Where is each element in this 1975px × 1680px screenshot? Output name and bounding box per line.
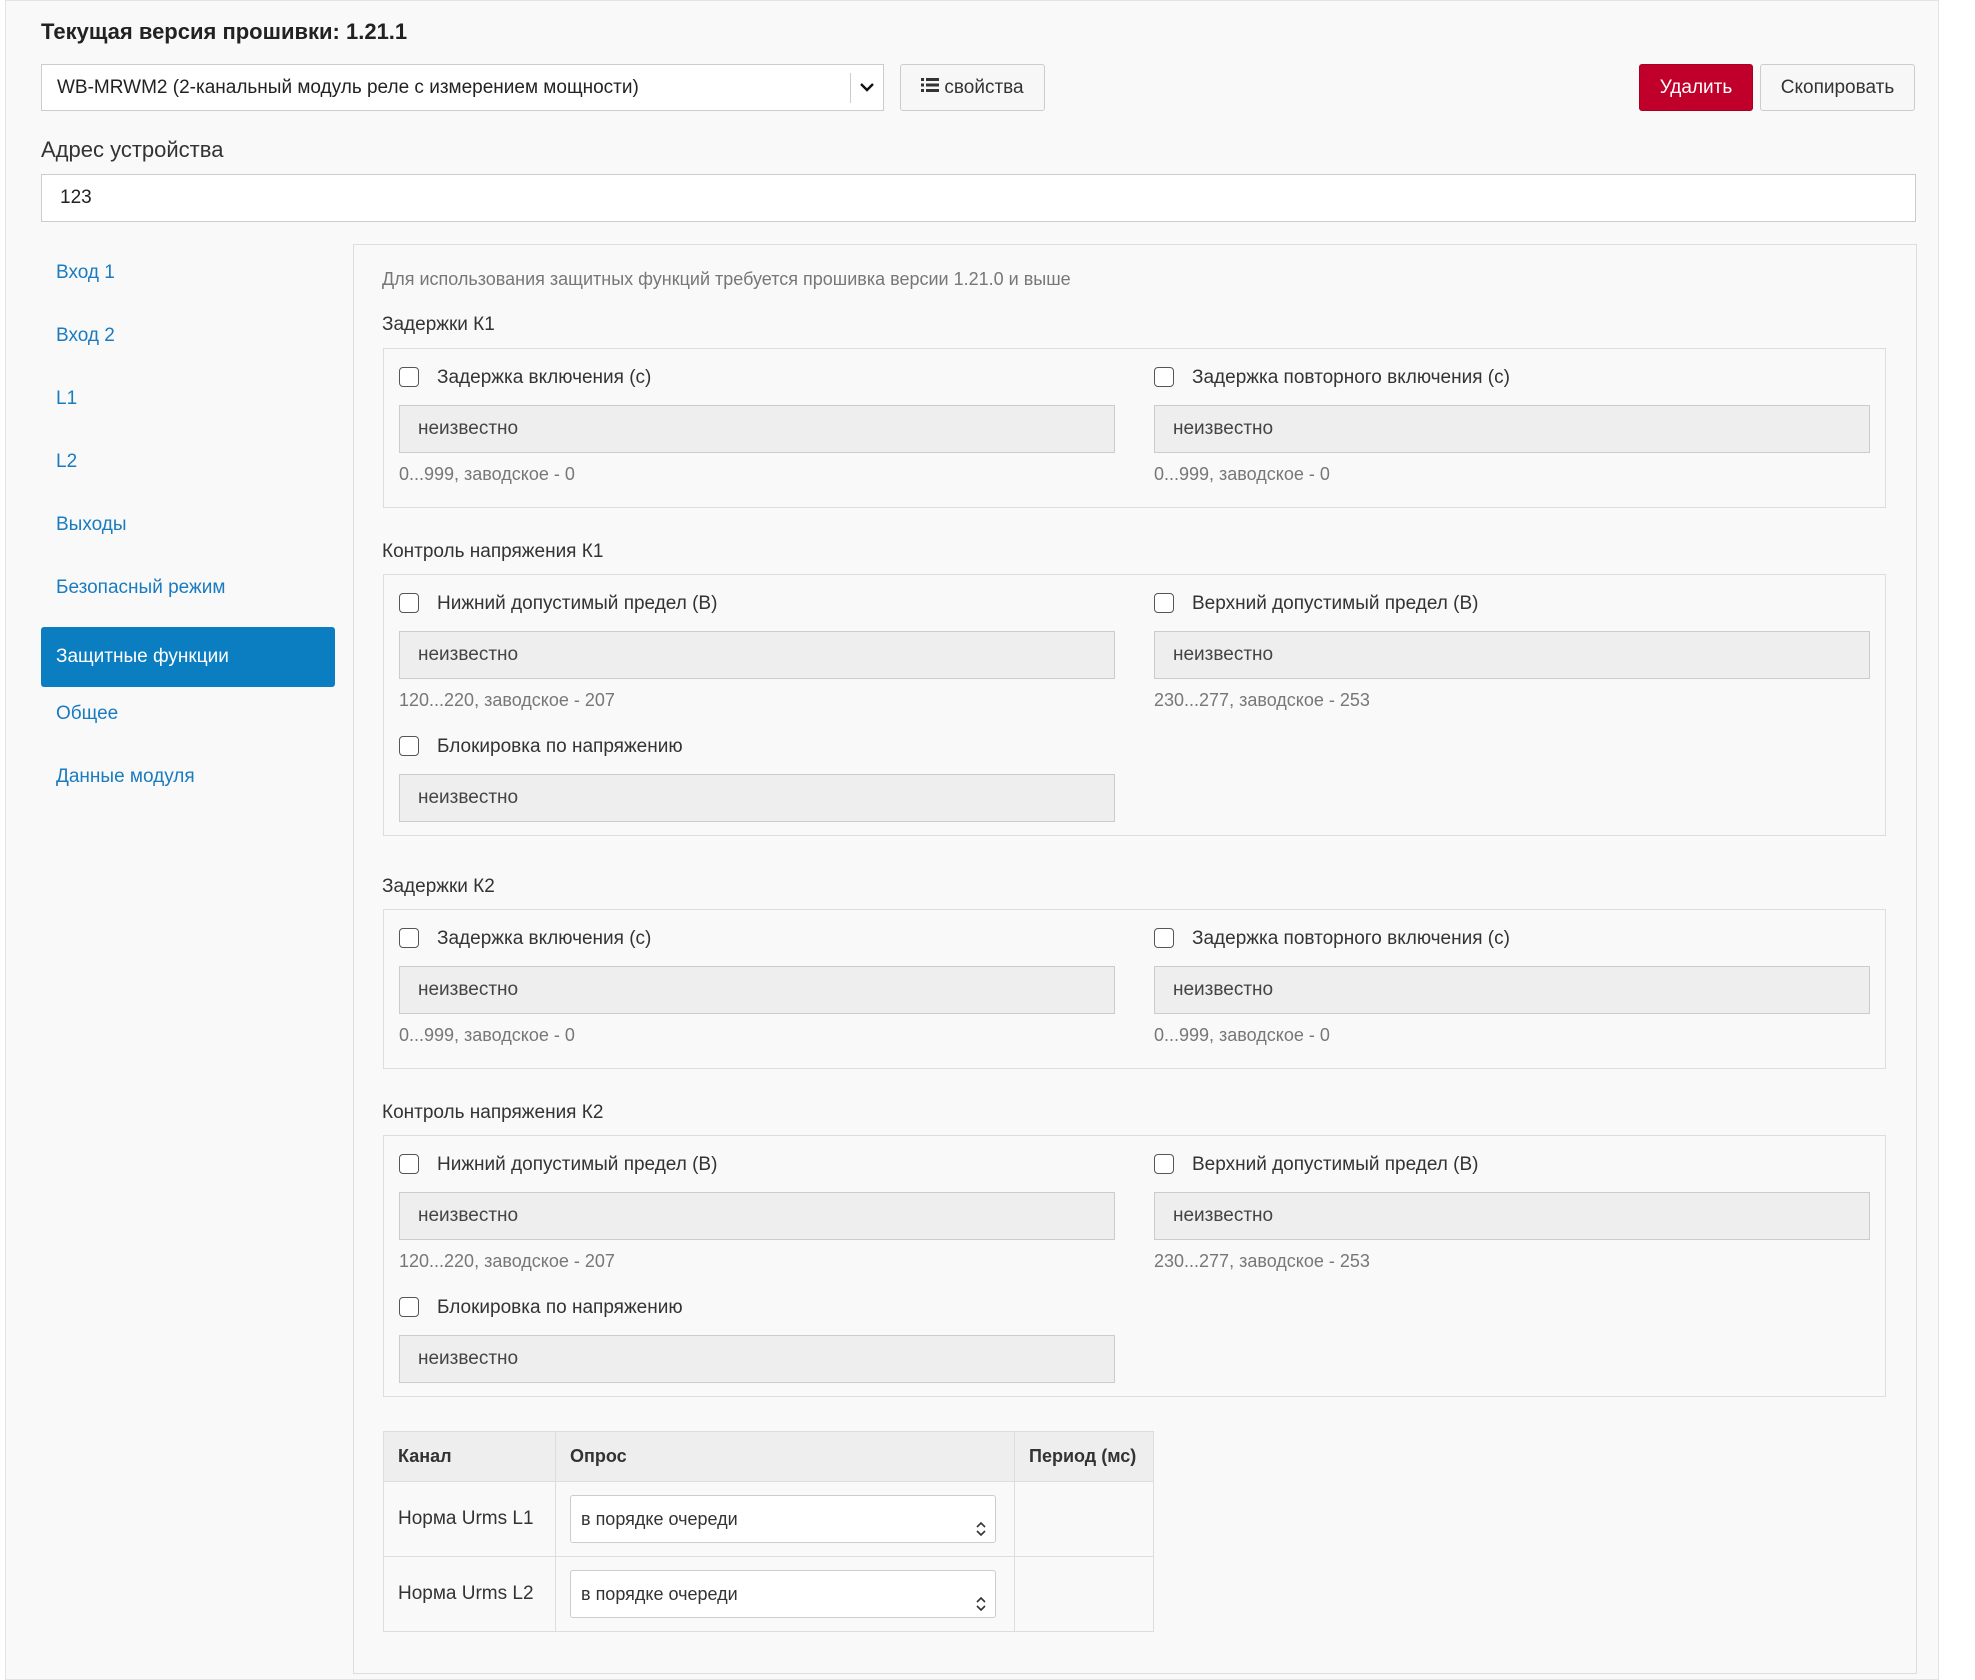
list-icon	[921, 65, 940, 110]
sidebar-item-outputs[interactable]: Выходы	[41, 501, 335, 561]
field-hint: 0...999, заводское - 0	[1154, 464, 1330, 484]
field-hint: 0...999, заводское - 0	[1154, 1025, 1330, 1045]
field-hint: 0...999, заводское - 0	[399, 464, 575, 484]
copy-button[interactable]: Скопировать	[1760, 64, 1915, 111]
enable-checkbox[interactable]	[399, 1297, 419, 1317]
field-hint: 230...277, заводское - 253	[1154, 690, 1370, 710]
field-label: Верхний допустимый предел (В)	[1192, 593, 1479, 614]
field-label: Задержка включения (с)	[437, 928, 652, 949]
sidebar-item-l2[interactable]: L2	[41, 438, 335, 498]
field-input[interactable]: неизвестно	[399, 405, 1115, 453]
field-input[interactable]: неизвестно	[1154, 631, 1870, 679]
sidebar-item-input-2[interactable]: Вход 2	[41, 312, 335, 372]
enable-checkbox[interactable]	[1154, 367, 1174, 387]
sidebar-item-l1[interactable]: L1	[41, 375, 335, 435]
column-header-poll: Опрос	[555, 1431, 1015, 1482]
field-hint: 120...220, заводское - 207	[399, 690, 615, 710]
enable-checkbox[interactable]	[1154, 593, 1174, 613]
firmware-requirement-note: Для использования защитных функций требу…	[382, 269, 1071, 289]
group-title: Задержки К1	[382, 314, 495, 335]
group-title: Контроль напряжения К2	[382, 1102, 604, 1123]
sidebar-item-input-1[interactable]: Вход 1	[41, 249, 335, 309]
field-hint: 0...999, заводское - 0	[399, 1025, 575, 1045]
field-input[interactable]: неизвестно	[1154, 966, 1870, 1014]
field-input[interactable]: неизвестно	[399, 774, 1115, 822]
protection-settings-panel: Для использования защитных функций требу…	[353, 244, 1917, 1674]
sidebar-item-general[interactable]: Общее	[41, 690, 335, 750]
firmware-version-title: Текущая версия прошивки: 1.21.1	[41, 19, 408, 44]
field-label: Блокировка по напряжению	[437, 1297, 683, 1318]
address-input[interactable]: 123	[41, 174, 1916, 222]
field-input[interactable]: неизвестно	[399, 1335, 1115, 1383]
enable-checkbox[interactable]	[399, 367, 419, 387]
enable-checkbox[interactable]	[399, 928, 419, 948]
field-label: Блокировка по напряжению	[437, 736, 683, 757]
sidebar-item-module-data[interactable]: Данные модуля	[41, 753, 335, 813]
field-label: Верхний допустимый предел (В)	[1192, 1154, 1479, 1175]
device-config-panel: Текущая версия прошивки: 1.21.1 WB-MRWM2…	[5, 0, 1939, 1680]
field-label: Задержка включения (с)	[437, 367, 652, 388]
poll-mode-select[interactable]: в порядке очереди	[570, 1495, 996, 1543]
poll-mode-value: в порядке очереди	[581, 1584, 738, 1604]
field-hint: 120...220, заводское - 207	[399, 1251, 615, 1271]
table-row: Норма Urms L1 в порядке очереди	[383, 1481, 1154, 1557]
delays-k1-group: Задержка включения (с) неизвестно 0...99…	[383, 348, 1886, 508]
table-row: Норма Urms L2 в порядке очереди	[383, 1556, 1154, 1632]
field-input[interactable]: неизвестно	[399, 1192, 1115, 1240]
field-label: Задержка повторного включения (с)	[1192, 928, 1510, 949]
field-hint: 230...277, заводское - 253	[1154, 1251, 1370, 1271]
group-title: Задержки К2	[382, 876, 495, 897]
enable-checkbox[interactable]	[399, 1154, 419, 1174]
properties-button[interactable]: свойства	[900, 64, 1045, 111]
poll-cell: в порядке очереди	[555, 1556, 1015, 1632]
enable-checkbox[interactable]	[399, 736, 419, 756]
channel-name-cell: Норма Urms L1	[383, 1481, 556, 1557]
sidebar-item-safe-mode[interactable]: Безопасный режим	[41, 564, 335, 624]
poll-cell: в порядке очереди	[555, 1481, 1015, 1557]
field-input[interactable]: неизвестно	[399, 631, 1115, 679]
period-cell[interactable]	[1014, 1481, 1154, 1557]
address-label: Адрес устройства	[41, 137, 224, 162]
voltage-control-k1-group: Нижний допустимый предел (В) неизвестно …	[383, 574, 1886, 836]
chevron-down-icon	[850, 73, 883, 103]
field-input[interactable]: неизвестно	[399, 966, 1115, 1014]
period-cell[interactable]	[1014, 1556, 1154, 1632]
enable-checkbox[interactable]	[399, 593, 419, 613]
delays-k2-group: Задержка включения (с) неизвестно 0...99…	[383, 909, 1886, 1069]
field-label: Нижний допустимый предел (В)	[437, 593, 718, 614]
field-label: Нижний допустимый предел (В)	[437, 1154, 718, 1175]
channels-table: Канал Опрос Период (мс) Норма Urms L1 в …	[383, 1431, 1154, 1632]
channel-name-cell: Норма Urms L2	[383, 1556, 556, 1632]
sidebar: Вход 1 Вход 2 L1 L2 Выходы Безопасный ре…	[41, 249, 335, 816]
up-down-chevron-icon	[975, 1509, 987, 1555]
device-type-select[interactable]: WB-MRWM2 (2-канальный модуль реле с изме…	[41, 64, 884, 111]
enable-checkbox[interactable]	[1154, 928, 1174, 948]
group-title: Контроль напряжения К1	[382, 541, 604, 562]
sidebar-item-protection[interactable]: Защитные функции	[41, 627, 335, 687]
enable-checkbox[interactable]	[1154, 1154, 1174, 1174]
properties-button-label: свойства	[944, 77, 1024, 98]
delete-button[interactable]: Удалить	[1639, 64, 1753, 111]
field-label: Задержка повторного включения (с)	[1192, 367, 1510, 388]
device-type-select-value: WB-MRWM2 (2-канальный модуль реле с изме…	[57, 77, 639, 98]
up-down-chevron-icon	[975, 1584, 987, 1630]
column-header-period: Период (мс)	[1014, 1431, 1154, 1482]
poll-mode-value: в порядке очереди	[581, 1509, 738, 1529]
poll-mode-select[interactable]: в порядке очереди	[570, 1570, 996, 1618]
table-header-row: Канал Опрос Период (мс)	[383, 1431, 1154, 1482]
field-input[interactable]: неизвестно	[1154, 1192, 1870, 1240]
field-input[interactable]: неизвестно	[1154, 405, 1870, 453]
voltage-control-k2-group: Нижний допустимый предел (В) неизвестно …	[383, 1135, 1886, 1397]
column-header-channel: Канал	[383, 1431, 556, 1482]
